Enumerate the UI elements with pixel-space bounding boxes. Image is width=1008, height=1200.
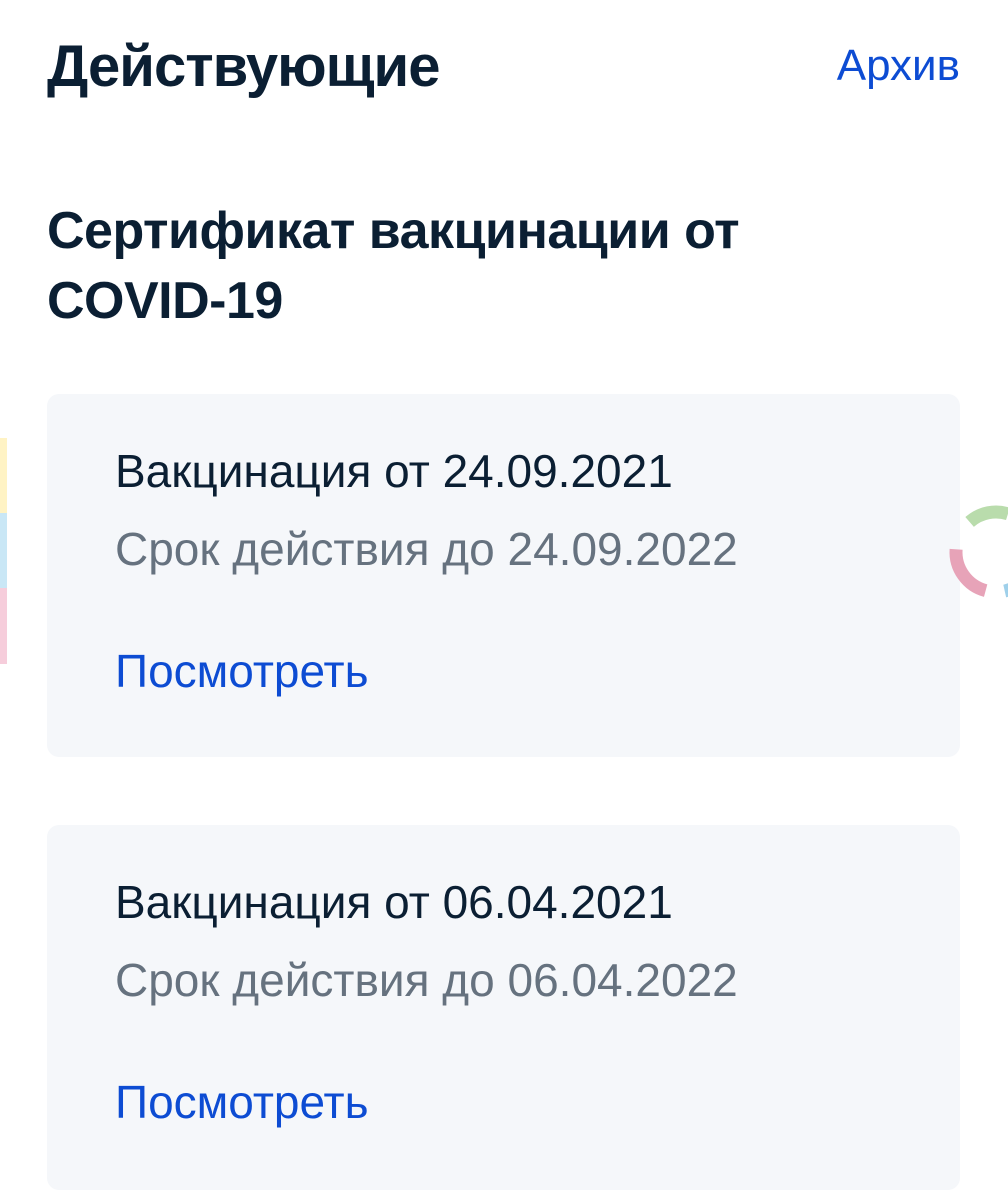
certificate-card: Вакцинация от 24.09.2021 Срок действия д… (47, 394, 960, 757)
validity-date: Срок действия до 06.04.2022 (115, 954, 738, 1006)
section-title-line2: COVID-19 (47, 272, 283, 330)
view-certificate-button[interactable]: Посмотреть (115, 1075, 369, 1129)
page-title: Действующие (47, 33, 440, 99)
page: Действующие Архив Сертификат вакцинации … (0, 0, 1008, 1200)
validity-date: Срок действия до 24.09.2022 (115, 523, 738, 575)
loader-ring-icon (949, 505, 1008, 599)
side-decoration (0, 438, 7, 664)
certificate-card: Вакцинация от 06.04.2021 Срок действия д… (47, 825, 960, 1190)
header: Действующие Архив (47, 22, 960, 110)
vaccination-date: Вакцинация от 24.09.2021 (115, 445, 673, 497)
section-title: Сертификат вакцинации от COVID-19 (47, 196, 927, 336)
vaccination-date: Вакцинация от 06.04.2021 (115, 876, 673, 928)
archive-link[interactable]: Архив (837, 41, 960, 91)
section-title-line1: Сертификат вакцинации от (47, 202, 740, 260)
view-certificate-button[interactable]: Посмотреть (115, 644, 369, 698)
